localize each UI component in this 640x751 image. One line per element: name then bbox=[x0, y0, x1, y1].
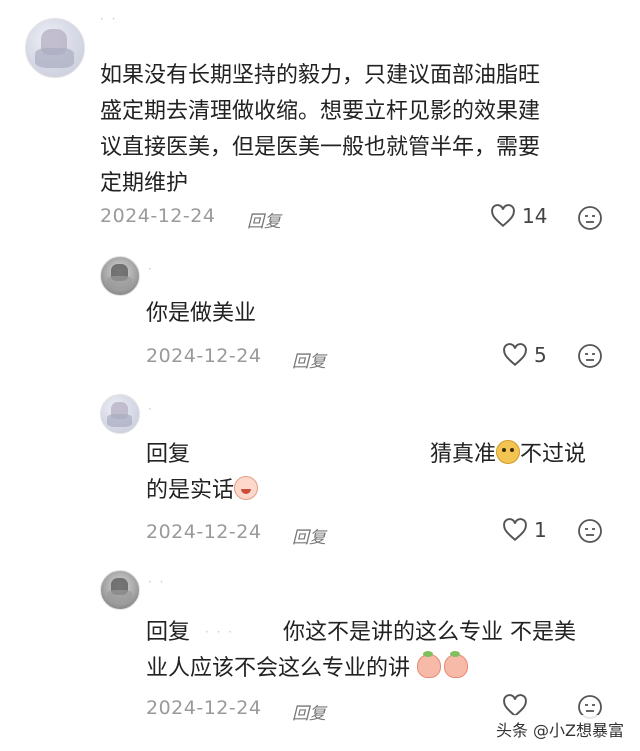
comment-date: 2024-12-24 bbox=[100, 205, 216, 227]
mentioned-user-redacted[interactable]: · · · bbox=[205, 625, 234, 639]
like-button[interactable]: 14 bbox=[490, 204, 547, 228]
peach-emoji bbox=[417, 651, 442, 678]
source-watermark: 头条 @小Z想暴富 bbox=[491, 715, 628, 743]
username-redacted[interactable]: · bbox=[148, 262, 154, 276]
doge-emoji bbox=[496, 440, 521, 464]
reply-button[interactable]: 回复 bbox=[292, 523, 326, 548]
like-button[interactable]: 1 bbox=[502, 518, 547, 542]
avatar[interactable] bbox=[100, 256, 140, 296]
reply-date: 2024-12-24 bbox=[146, 521, 262, 543]
avatar-figure bbox=[107, 276, 133, 289]
reply-text-line: 你这不是讲的这么专业 不是美 bbox=[283, 620, 576, 645]
reply-prefix: 回复 bbox=[146, 620, 191, 645]
avatar[interactable] bbox=[25, 18, 85, 78]
emoji-reaction-icon[interactable] bbox=[577, 205, 603, 231]
reply-prefix: 回复 bbox=[146, 442, 191, 467]
like-count: 5 bbox=[534, 343, 547, 367]
comment-text-line: 如果没有长期坚持的毅力，只建议面部油脂旺 bbox=[100, 63, 541, 88]
reply-text-part: 不过说 bbox=[520, 442, 587, 467]
heart-icon bbox=[503, 518, 527, 542]
reply-text-part: 的是实话 bbox=[146, 478, 235, 503]
reply-button[interactable]: 回复 bbox=[292, 347, 326, 372]
avatar[interactable] bbox=[100, 570, 140, 610]
avatar-figure bbox=[107, 414, 133, 427]
reply-date: 2024-12-24 bbox=[146, 345, 262, 367]
peach-emoji bbox=[444, 651, 469, 678]
avatar-figure bbox=[35, 48, 74, 68]
username-redacted[interactable]: · · bbox=[148, 575, 165, 589]
cry-laugh-emoji bbox=[234, 476, 259, 500]
reply-text-line: 你是做美业 bbox=[146, 301, 257, 326]
comment-text-line: 定期维护 bbox=[100, 171, 189, 196]
like-count: 1 bbox=[534, 518, 547, 542]
reply-text-line: 业人应该不会这么专业的讲 bbox=[146, 651, 469, 687]
reply-text-part: 猜真准 bbox=[430, 442, 497, 467]
comment-text-line: 盛定期去清理做收缩。想要立杆见影的效果建 bbox=[100, 99, 541, 124]
like-count: 14 bbox=[522, 204, 548, 228]
like-button[interactable]: 5 bbox=[502, 343, 547, 367]
emoji-reaction-icon[interactable] bbox=[577, 343, 603, 369]
avatar-figure bbox=[107, 590, 133, 603]
avatar[interactable] bbox=[100, 394, 140, 434]
reply-date: 2024-12-24 bbox=[146, 697, 262, 719]
reply-button[interactable]: 回复 bbox=[247, 207, 281, 232]
reply-text-line: 猜真准 不过说 bbox=[430, 437, 586, 473]
reply-button[interactable]: 回复 bbox=[292, 699, 326, 724]
reply-text-line: 的是实话 bbox=[146, 473, 259, 509]
heart-icon bbox=[503, 343, 527, 367]
reply-text-part: 业人应该不会这么专业的讲 bbox=[146, 656, 411, 681]
comment-text-line: 议直接医美，但是医美一般也就管半年，需要 bbox=[100, 135, 541, 160]
username-redacted[interactable]: · bbox=[148, 402, 154, 416]
emoji-reaction-icon[interactable] bbox=[577, 518, 603, 544]
heart-icon bbox=[491, 204, 515, 228]
username-redacted[interactable]: · · bbox=[100, 12, 117, 26]
